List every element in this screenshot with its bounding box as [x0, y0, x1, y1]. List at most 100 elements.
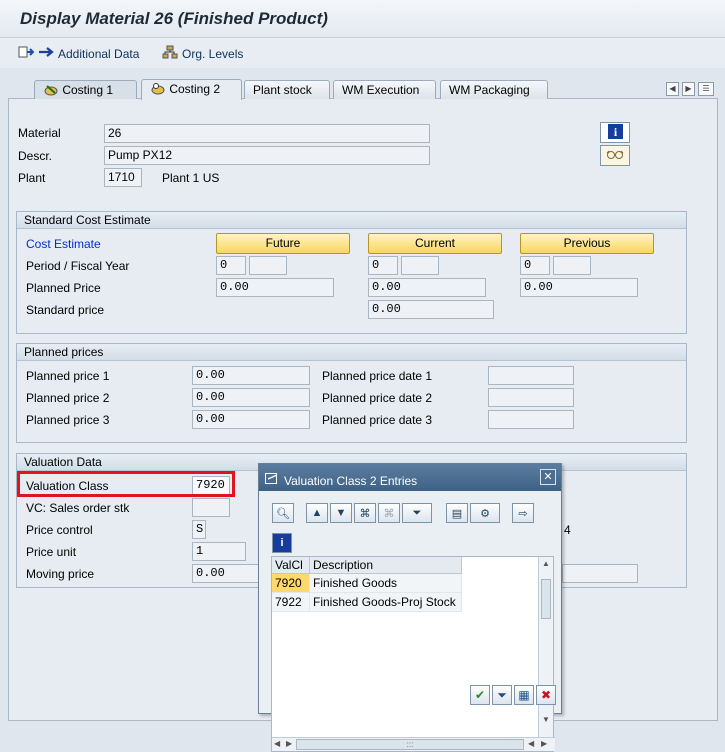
additional-data-icon [18, 45, 35, 62]
multiple-selection-icon: ▦ [518, 688, 530, 702]
planned-prices-title: Planned prices [17, 344, 686, 361]
planned-price-3-label: Planned price 3 [26, 413, 110, 427]
material-label: Material [18, 126, 61, 140]
cancel-button[interactable]: ✖ [536, 685, 556, 705]
scroll-left-icon[interactable]: ◀ [274, 739, 280, 748]
previous-period-field[interactable]: 0 [520, 256, 550, 275]
planned-price-date-3-field[interactable] [488, 410, 574, 429]
tab-wm-packaging-label: WM Packaging [449, 83, 530, 97]
price-control-label: Price control [26, 523, 93, 537]
row1-desc-cell[interactable]: Finished Goods [310, 574, 462, 593]
tab-scroll-left-icon[interactable]: ◀ [666, 82, 679, 96]
tab-plant-stock-label: Plant stock [253, 83, 312, 97]
planned-price-1-field[interactable]: 0.00 [192, 366, 310, 385]
layout-icon: ⚙ [480, 507, 490, 520]
planned-price-date-2-field[interactable] [488, 388, 574, 407]
ok-button[interactable]: ✔ [470, 685, 490, 705]
scroll-right-icon[interactable]: ▶ [286, 739, 292, 748]
tab-costing-1[interactable]: Costing 1 [34, 80, 137, 99]
previous-year-field[interactable] [553, 256, 591, 275]
planned-price-date-1-field[interactable] [488, 366, 574, 385]
info-button[interactable]: i [600, 122, 630, 143]
binoculars-icon: ⌘ [359, 507, 371, 520]
layout-button[interactable]: ⚙ [470, 503, 500, 523]
find-next-button[interactable]: ⌘ [378, 503, 400, 523]
filter-icon: ⏷ [412, 506, 422, 519]
filter-button[interactable]: ⏷ [402, 503, 432, 523]
planned-price-label: Planned Price [26, 281, 101, 295]
additional-data-button[interactable]: Additional Data [18, 45, 139, 62]
col-header-valcl[interactable]: ValCl [272, 557, 310, 574]
restrictions-button[interactable]: ⏷ [492, 685, 512, 705]
export-icon: ⇨ [518, 507, 528, 520]
planned-price-2-label: Planned price 2 [26, 391, 110, 405]
planned-price-2-field[interactable]: 0.00 [192, 388, 310, 407]
moving-price-field[interactable]: 0.00 [192, 564, 262, 583]
export-button[interactable]: ⇨ [512, 503, 534, 523]
window-title: Display Material 26 (Finished Product) [20, 9, 328, 28]
details-button[interactable]: 🔍︎ [272, 503, 294, 523]
checkmark-icon: ✔ [474, 688, 486, 702]
current-standard-price-field[interactable]: 0.00 [368, 300, 494, 319]
partial-value-text: 4 [564, 523, 571, 537]
tab-plant-stock[interactable]: Plant stock [244, 80, 330, 99]
tab-list-icon[interactable]: ☰ [698, 82, 714, 96]
descr-label: Descr. [18, 149, 53, 163]
print-preview-button[interactable]: ▤ [446, 503, 468, 523]
horizontal-scroll-thumb[interactable]: ::: [296, 739, 524, 750]
vertical-scrollbar[interactable]: ▲ ▼ [538, 557, 553, 740]
hidden-right-field[interactable] [562, 564, 638, 583]
row2-desc-cell[interactable]: Finished Goods-Proj Stock [310, 593, 462, 612]
info-popup-button[interactable]: i [272, 533, 292, 553]
close-icon[interactable]: ✕ [540, 469, 556, 485]
scroll-down-icon[interactable]: ▼ [542, 715, 550, 724]
description-field[interactable]: Pump PX12 [104, 146, 430, 165]
current-button[interactable]: Current [368, 233, 502, 254]
scroll-up-icon[interactable]: ▲ [542, 559, 550, 568]
glasses-button[interactable] [600, 145, 630, 166]
plant-label: Plant [18, 171, 46, 185]
tab-wm-packaging[interactable]: WM Packaging [440, 80, 548, 99]
vc-sales-order-stk-field[interactable] [192, 498, 230, 517]
future-period-field[interactable]: 0 [216, 256, 246, 275]
standard-cost-estimate-title: Standard Cost Estimate [17, 212, 686, 229]
multiple-selection-button[interactable]: ▦ [514, 685, 534, 705]
tab-costing-2[interactable]: Costing 2 [141, 79, 242, 100]
row2-valcl-cell[interactable]: 7922 [272, 593, 310, 612]
cost-estimate-link[interactable]: Cost Estimate [26, 237, 101, 251]
print-icon: ▤ [451, 507, 463, 520]
future-year-field[interactable] [249, 256, 287, 275]
row1-valcl-cell[interactable]: 7920 [272, 574, 310, 593]
valuation-class-popup: Valuation Class 2 Entries ✕ 🔍︎ ▲ ▼ ⌘ ⌘ ⏷… [258, 463, 562, 752]
tab-scroll-right-icon[interactable]: ▶ [682, 82, 695, 96]
tab-wm-execution[interactable]: WM Execution [333, 80, 436, 99]
current-period-field[interactable]: 0 [368, 256, 398, 275]
future-planned-price-field[interactable]: 0.00 [216, 278, 334, 297]
price-control-field[interactable]: S [192, 520, 206, 539]
scroll-left-end-icon[interactable]: ◀ [528, 739, 534, 748]
scroll-right-end-icon[interactable]: ▶ [541, 739, 547, 748]
current-planned-price-field[interactable]: 0.00 [368, 278, 486, 297]
find-button[interactable]: ⌘ [354, 503, 376, 523]
previous-planned-price-field[interactable]: 0.00 [520, 278, 638, 297]
planned-price-3-field[interactable]: 0.00 [192, 410, 310, 429]
material-field[interactable]: 26 [104, 124, 430, 143]
sort-ascending-button[interactable]: ▲ [306, 503, 328, 523]
popup-titlebar: Valuation Class 2 Entries [259, 464, 561, 491]
col-header-description[interactable]: Description [310, 557, 462, 574]
previous-button[interactable]: Previous [520, 233, 654, 254]
valuation-class-highlight [17, 471, 235, 497]
horizontal-scrollbar[interactable]: ◀ ▶ ::: ◀ ▶ [272, 737, 555, 751]
sort-ascending-icon: ▲ [311, 507, 323, 519]
current-year-field[interactable] [401, 256, 439, 275]
costing-icon [150, 82, 166, 98]
results-grid: ValCl Description 7920 Finished Goods 79… [271, 556, 555, 752]
future-button[interactable]: Future [216, 233, 350, 254]
org-levels-button[interactable]: Org. Levels [162, 45, 243, 62]
plant-field[interactable]: 1710 [104, 168, 142, 187]
sort-descending-button[interactable]: ▼ [330, 503, 352, 523]
vertical-scroll-thumb[interactable] [541, 579, 551, 619]
arrow-right-icon [38, 45, 54, 62]
price-unit-field[interactable]: 1 [192, 542, 246, 561]
additional-data-label: Additional Data [58, 46, 140, 61]
